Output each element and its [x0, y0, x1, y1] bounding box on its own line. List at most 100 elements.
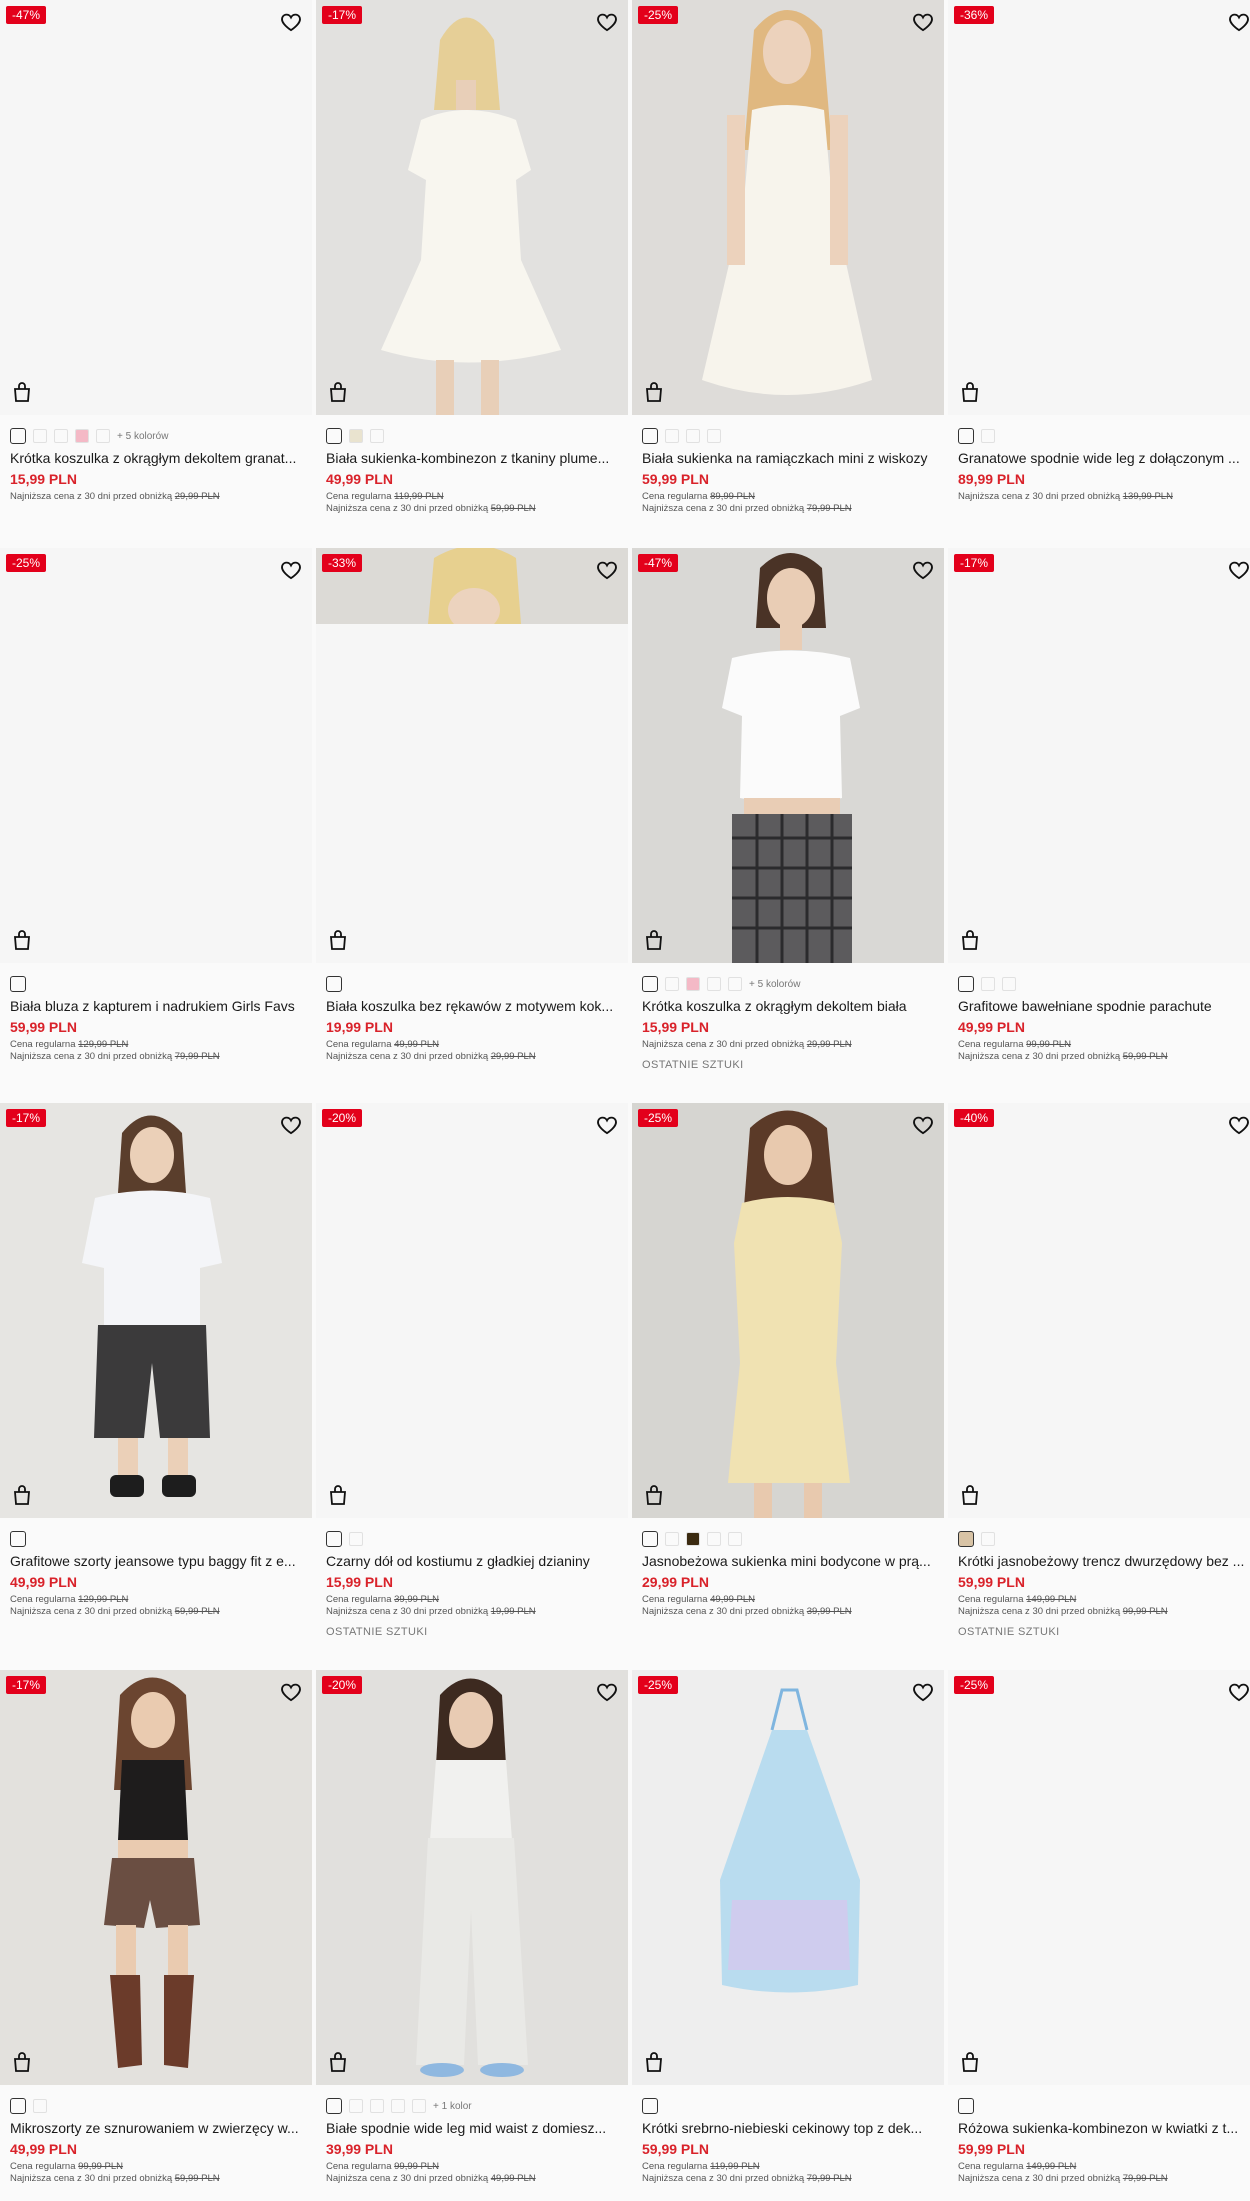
product-name[interactable]: Krótka koszulka z okrągłym dekoltem gran… — [10, 450, 306, 466]
product-name[interactable]: Biała sukienka na ramiączkach mini z wis… — [642, 450, 938, 466]
heart-icon[interactable] — [596, 1682, 618, 1702]
shopping-bag-icon[interactable] — [12, 1484, 32, 1506]
color-swatch[interactable] — [958, 1531, 974, 1547]
color-swatch[interactable] — [326, 428, 342, 444]
color-swatch[interactable] — [642, 976, 658, 992]
color-swatch[interactable] — [391, 2099, 405, 2113]
shopping-bag-icon[interactable] — [644, 381, 664, 403]
color-swatch[interactable] — [370, 429, 384, 443]
product-name[interactable]: Grafitowe szorty jeansowe typu baggy fit… — [10, 1553, 306, 1569]
product-name[interactable]: Różowa sukienka-kombinezon w kwiatki z t… — [958, 2120, 1250, 2136]
heart-icon[interactable] — [280, 1682, 302, 1702]
color-swatch[interactable] — [707, 429, 721, 443]
product-image[interactable]: -20% — [316, 1670, 628, 2085]
color-swatch[interactable] — [54, 429, 68, 443]
color-swatch[interactable] — [642, 428, 658, 444]
heart-icon[interactable] — [1228, 1115, 1250, 1135]
shopping-bag-icon[interactable] — [960, 1484, 980, 1506]
product-image[interactable]: -17% — [316, 0, 628, 415]
heart-icon[interactable] — [596, 1115, 618, 1135]
heart-icon[interactable] — [912, 1682, 934, 1702]
color-swatch[interactable] — [686, 977, 700, 991]
product-name[interactable]: Krótka koszulka z okrągłym dekoltem biał… — [642, 998, 938, 1014]
shopping-bag-icon[interactable] — [328, 2051, 348, 2073]
color-swatch[interactable] — [728, 977, 742, 991]
more-colors-label[interactable]: + 5 kolorów — [117, 431, 168, 442]
color-swatch[interactable] — [412, 2099, 426, 2113]
heart-icon[interactable] — [912, 1115, 934, 1135]
product-name[interactable]: Krótki srebrno-niebieski cekinowy top z … — [642, 2120, 938, 2136]
heart-icon[interactable] — [912, 560, 934, 580]
product-name[interactable]: Granatowe spodnie wide leg z dołączonym … — [958, 450, 1250, 466]
color-swatch[interactable] — [10, 428, 26, 444]
color-swatch[interactable] — [370, 2099, 384, 2113]
product-image[interactable]: -47% — [632, 548, 944, 963]
color-swatch[interactable] — [326, 976, 342, 992]
more-colors-label[interactable]: + 5 kolorów — [749, 979, 800, 990]
product-name[interactable]: Krótki jasnobeżowy trencz dwurzędowy bez… — [958, 1553, 1250, 1569]
shopping-bag-icon[interactable] — [960, 929, 980, 951]
product-image[interactable]: -25% — [632, 1670, 944, 2085]
heart-icon[interactable] — [280, 560, 302, 580]
product-image[interactable]: -25% — [948, 1670, 1250, 2085]
color-swatch[interactable] — [686, 1532, 700, 1546]
heart-icon[interactable] — [280, 1115, 302, 1135]
shopping-bag-icon[interactable] — [328, 929, 348, 951]
color-swatch[interactable] — [75, 429, 89, 443]
color-swatch[interactable] — [707, 1532, 721, 1546]
heart-icon[interactable] — [596, 12, 618, 32]
more-colors-label[interactable]: + 1 kolor — [433, 2101, 472, 2112]
color-swatch[interactable] — [33, 429, 47, 443]
color-swatch[interactable] — [33, 2099, 47, 2113]
heart-icon[interactable] — [1228, 12, 1250, 32]
heart-icon[interactable] — [596, 560, 618, 580]
product-image[interactable]: -25% — [632, 1103, 944, 1518]
heart-icon[interactable] — [1228, 560, 1250, 580]
color-swatch[interactable] — [326, 2098, 342, 2114]
color-swatch[interactable] — [665, 977, 679, 991]
product-image[interactable]: -33% — [316, 548, 628, 963]
color-swatch[interactable] — [10, 1531, 26, 1547]
product-image[interactable]: -25% — [0, 548, 312, 963]
product-name[interactable]: Grafitowe bawełniane spodnie parachute — [958, 998, 1250, 1014]
color-swatch[interactable] — [349, 1532, 363, 1546]
color-swatch[interactable] — [326, 1531, 342, 1547]
product-name[interactable]: Biała sukienka-kombinezon z tkaniny plum… — [326, 450, 622, 466]
color-swatch[interactable] — [642, 1531, 658, 1547]
product-name[interactable]: Czarny dół od kostiumu z gładkiej dziani… — [326, 1553, 622, 1569]
color-swatch[interactable] — [665, 1532, 679, 1546]
product-image[interactable]: -17% — [0, 1670, 312, 2085]
color-swatch[interactable] — [10, 2098, 26, 2114]
color-swatch[interactable] — [981, 1532, 995, 1546]
shopping-bag-icon[interactable] — [644, 2051, 664, 2073]
product-image[interactable]: -47% — [0, 0, 312, 415]
product-image[interactable]: -20% — [316, 1103, 628, 1518]
color-swatch[interactable] — [10, 976, 26, 992]
color-swatch[interactable] — [349, 429, 363, 443]
color-swatch[interactable] — [981, 977, 995, 991]
product-image[interactable]: -17% — [948, 548, 1250, 963]
color-swatch[interactable] — [981, 429, 995, 443]
color-swatch[interactable] — [728, 1532, 742, 1546]
product-name[interactable]: Biała bluza z kapturem i nadrukiem Girls… — [10, 998, 306, 1014]
heart-icon[interactable] — [280, 12, 302, 32]
color-swatch[interactable] — [349, 2099, 363, 2113]
shopping-bag-icon[interactable] — [12, 2051, 32, 2073]
color-swatch[interactable] — [642, 2098, 658, 2114]
shopping-bag-icon[interactable] — [12, 929, 32, 951]
shopping-bag-icon[interactable] — [328, 1484, 348, 1506]
heart-icon[interactable] — [1228, 1682, 1250, 1702]
product-image[interactable]: -36% — [948, 0, 1250, 415]
product-image[interactable]: -25% — [632, 0, 944, 415]
shopping-bag-icon[interactable] — [960, 381, 980, 403]
shopping-bag-icon[interactable] — [12, 381, 32, 403]
color-swatch[interactable] — [958, 2098, 974, 2114]
color-swatch[interactable] — [686, 429, 700, 443]
color-swatch[interactable] — [96, 429, 110, 443]
product-name[interactable]: Mikroszorty ze sznurowaniem w zwierzęcy … — [10, 2120, 306, 2136]
color-swatch[interactable] — [707, 977, 721, 991]
product-name[interactable]: Biała koszulka bez rękawów z motywem kok… — [326, 998, 622, 1014]
shopping-bag-icon[interactable] — [644, 929, 664, 951]
color-swatch[interactable] — [665, 429, 679, 443]
color-swatch[interactable] — [1002, 977, 1016, 991]
